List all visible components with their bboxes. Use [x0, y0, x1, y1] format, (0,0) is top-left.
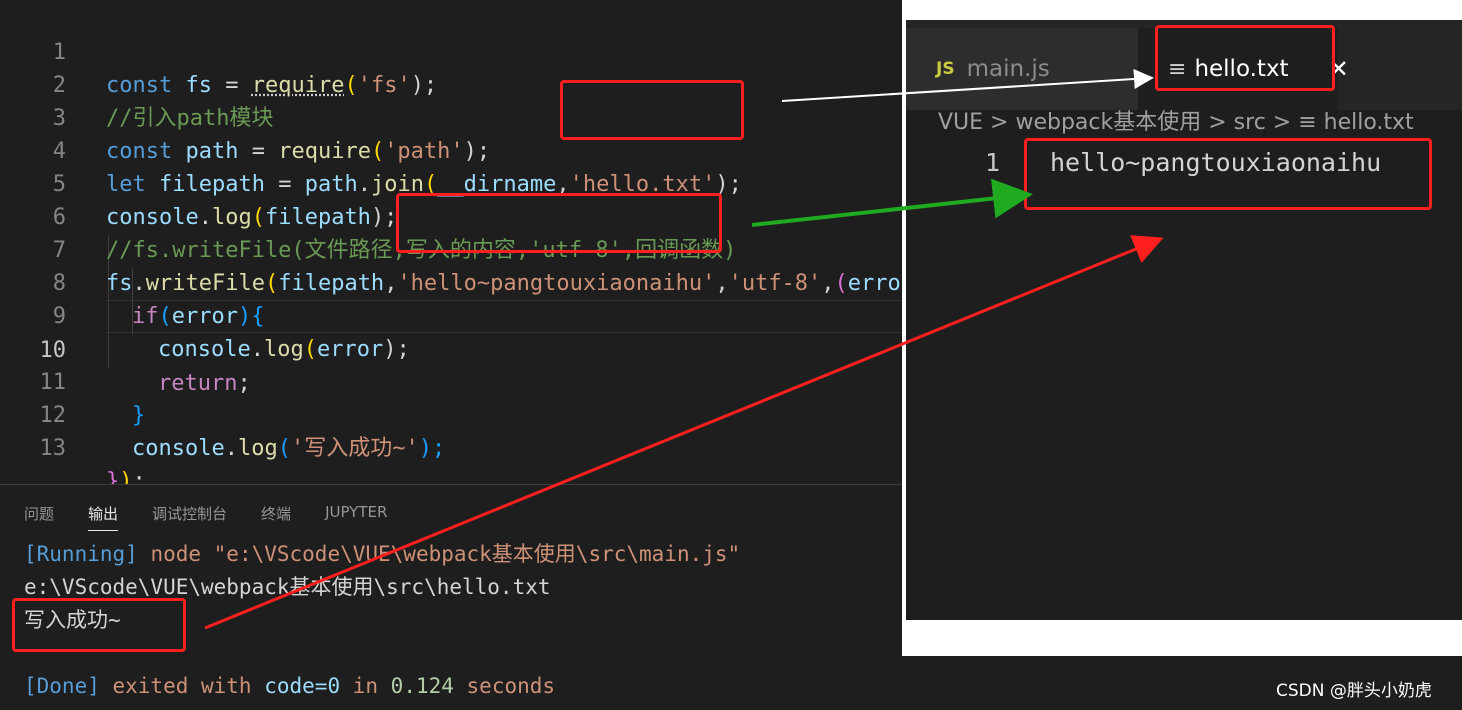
panel-tabs: 问题 输出 调试控制台 终端 JUPYTER — [24, 503, 421, 531]
output-panel: 问题 输出 调试控制台 终端 JUPYTER [Running] node "e… — [0, 484, 903, 710]
code-line[interactable]: 9 console.log(error); — [0, 267, 903, 362]
tab-debug-console[interactable]: 调试控制台 — [152, 503, 227, 531]
code-line[interactable]: 5 console.log(filepath); — [0, 135, 903, 230]
code-text: console.log('写入成功~'); — [132, 436, 446, 461]
highlight-box-hello-txt-arg — [560, 80, 744, 140]
js-file-icon: JS — [936, 59, 955, 79]
tab-main-js[interactable]: JS main.js — [906, 28, 1138, 110]
highlight-box-file-content — [1024, 138, 1432, 210]
csdn-watermark: CSDN @胖头小奶虎 — [1276, 681, 1432, 701]
highlight-box-success-output — [12, 598, 186, 652]
code-line[interactable]: 4 let filepath = path.join(__dirname,'he… — [0, 102, 903, 197]
tab-label: main.js — [966, 56, 1050, 82]
line-number: 1 — [984, 148, 1000, 177]
code-line[interactable]: 12 console.log('写入成功~'); — [0, 366, 903, 461]
tab-problems[interactable]: 问题 — [24, 503, 54, 531]
inset-editor: JS main.js ≡ hello.txt ✕ VUE > webpack基本… — [906, 20, 1462, 620]
code-line[interactable]: 11 } — [0, 333, 903, 428]
output-running-line: [Running] node "e:\VScode\VUE\webpack基本使… — [24, 542, 741, 566]
breadcrumb[interactable]: VUE > webpack基本使用 > src > ≡ hello.txt — [938, 104, 1414, 136]
code-line[interactable]: 3 const path = require('path'); — [0, 69, 903, 164]
output-done-line: [Done] exited with code=0 in 0.124 secon… — [24, 674, 556, 698]
tab-terminal[interactable]: 终端 — [261, 503, 291, 531]
tab-output[interactable]: 输出 — [88, 503, 119, 531]
line-number: 9 — [52, 304, 66, 329]
output-path-line: e:\VScode\VUE\webpack基本使用\src\hello.txt — [24, 575, 551, 599]
line-number: 13 — [39, 436, 67, 461]
highlight-box-tab-hello-txt — [1155, 25, 1335, 91]
code-line-current[interactable]: 10 return; — [40, 300, 903, 396]
highlight-box-content-arg — [396, 193, 722, 253]
tab-jupyter[interactable]: JUPYTER — [325, 503, 387, 531]
code-line[interactable]: 13 }); — [0, 399, 903, 484]
code-line[interactable]: 2 //引入path模块 — [0, 36, 903, 131]
code-line[interactable]: 1 const fs = require('fs'); — [0, 3, 903, 98]
code-text: }); — [106, 469, 146, 484]
